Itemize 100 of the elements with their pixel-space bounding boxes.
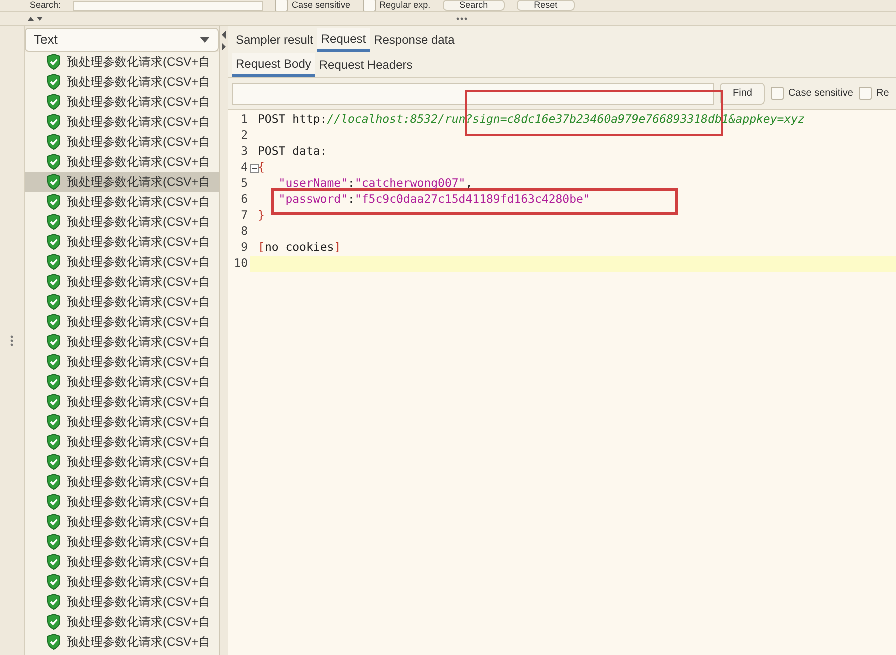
shield-check-icon: [47, 74, 61, 90]
result-tree-item[interactable]: 预处理参数化请求(CSV+自: [25, 92, 219, 112]
shield-check-icon: [47, 574, 61, 590]
result-tree-item[interactable]: 预处理参数化请求(CSV+自: [25, 412, 219, 432]
shield-check-icon: [47, 94, 61, 110]
shield-check-icon: [47, 334, 61, 350]
result-tree-item[interactable]: 预处理参数化请求(CSV+自: [25, 132, 219, 152]
shield-check-icon: [47, 114, 61, 130]
result-tree-item[interactable]: 预处理参数化请求(CSV+自: [25, 72, 219, 92]
shield-check-icon: [47, 514, 61, 530]
caret-icon: [200, 37, 210, 43]
tab[interactable]: Response data: [370, 28, 459, 52]
line-number: 4: [241, 159, 248, 176]
line-number: 6: [241, 191, 248, 208]
checkbox-label: Regular exp.: [380, 1, 431, 10]
shield-check-icon: [47, 194, 61, 210]
result-tree-item[interactable]: 预处理参数化请求(CSV+自: [25, 572, 219, 592]
shield-check-icon: [47, 594, 61, 610]
checkbox[interactable]: [275, 0, 288, 11]
result-tree-item[interactable]: 预处理参数化请求(CSV+自: [25, 212, 219, 232]
split-arrows-icon[interactable]: [28, 16, 44, 22]
shield-check-icon: [47, 254, 61, 270]
result-tree-item[interactable]: 预处理参数化请求(CSV+自: [25, 52, 219, 72]
shield-check-icon: [47, 154, 61, 170]
result-tree-item[interactable]: 预处理参数化请求(CSV+自: [25, 372, 219, 392]
tab[interactable]: Sampler result: [232, 28, 318, 52]
code-line: "userName":"catcherwong007",: [278, 176, 473, 190]
line-number: 1: [241, 111, 248, 128]
checkbox[interactable]: [362, 0, 376, 11]
shield-check-icon: [47, 494, 61, 510]
result-tree-item[interactable]: 预处理参数化请求(CSV+自: [25, 632, 219, 652]
shield-check-icon: [47, 274, 61, 290]
toolbar-button[interactable]: Reset: [517, 0, 575, 11]
shield-check-icon: [47, 374, 61, 390]
result-tree-item[interactable]: 预处理参数化请求(CSV+自: [25, 332, 219, 352]
code-line: }: [258, 208, 265, 222]
shield-check-icon: [47, 614, 61, 630]
shield-check-icon: [47, 634, 61, 650]
result-tree-item[interactable]: 预处理参数化请求(CSV+自: [25, 252, 219, 272]
result-tree-item[interactable]: 预处理参数化请求(CSV+自: [25, 392, 219, 412]
checkbox[interactable]: [859, 87, 872, 100]
search-field[interactable]: [73, 0, 264, 10]
shield-check-icon: [47, 234, 61, 250]
toolbar-button[interactable]: Search: [442, 0, 506, 11]
code-line: [no cookies]: [258, 240, 342, 254]
result-tree-item[interactable]: 预处理参数化请求(CSV+自: [25, 492, 219, 512]
result-tree-item[interactable]: 预处理参数化请求(CSV+自: [25, 292, 219, 312]
result-tree-item[interactable]: 预处理参数化请求(CSV+自: [25, 152, 219, 172]
result-tree-item[interactable]: 预处理参数化请求(CSV+自: [25, 452, 219, 472]
shield-check-icon: [47, 294, 61, 310]
code-line: "password":"f5c9c0daa27c15d41189fd163c4280be": [278, 192, 590, 206]
result-tree-item[interactable]: 预处理参数化请求(CSV+自: [25, 532, 219, 552]
find-button[interactable]: Find: [720, 82, 766, 104]
result-tree-item[interactable]: 预处理参数化请求(CSV+自: [25, 592, 219, 612]
renderer-dropdown[interactable]: Text: [25, 28, 219, 52]
line-number: 7: [241, 207, 248, 224]
result-tree-item[interactable]: 预处理参数化请求(CSV+自: [25, 612, 219, 632]
shield-check-icon: [47, 134, 61, 150]
code-line: {: [258, 160, 265, 174]
line-number: 10: [234, 255, 248, 272]
line-number: 2: [241, 127, 248, 144]
shield-check-icon: [47, 54, 61, 70]
tab[interactable]: Request Headers: [315, 53, 417, 77]
checkbox[interactable]: [771, 87, 784, 100]
shield-check-icon: [47, 474, 61, 490]
drag-handle-icon[interactable]: [456, 16, 468, 20]
result-tree-item[interactable]: 预处理参数化请求(CSV+自: [25, 352, 219, 372]
line-number: 3: [241, 143, 248, 160]
line-number: 8: [241, 223, 248, 240]
checkbox-label: Case sensitive: [788, 87, 854, 101]
find-field[interactable]: [232, 82, 714, 104]
result-tree-item[interactable]: 预处理参数化请求(CSV+自: [25, 192, 219, 212]
shield-check-icon: [47, 214, 61, 230]
shield-check-icon: [47, 314, 61, 330]
checkbox-label: Re: [876, 87, 890, 101]
drag-handle-icon[interactable]: [10, 334, 14, 346]
shield-check-icon: [47, 434, 61, 450]
result-tree-item[interactable]: 预处理参数化请求(CSV+自: [25, 112, 219, 132]
shield-check-icon: [47, 174, 61, 190]
result-tree-item[interactable]: 预处理参数化请求(CSV+自: [25, 312, 219, 332]
tab[interactable]: Request: [317, 28, 370, 52]
result-tree-item[interactable]: 预处理参数化请求(CSV+自: [25, 272, 219, 292]
search-label: Search:: [30, 1, 62, 10]
shield-check-icon: [47, 534, 61, 550]
line-number: 5: [241, 175, 248, 192]
code-line: POST data:: [258, 144, 328, 158]
line-number: 9: [241, 239, 248, 256]
result-tree-item[interactable]: 预处理参数化请求(CSV+自: [25, 172, 219, 192]
shield-check-icon: [47, 554, 61, 570]
shield-check-icon: [47, 454, 61, 470]
checkbox-label: Case sensitive: [292, 1, 351, 10]
tab[interactable]: Request Body: [232, 53, 316, 77]
shield-check-icon: [47, 354, 61, 370]
result-tree-item[interactable]: 预处理参数化请求(CSV+自: [25, 512, 219, 532]
result-tree-item[interactable]: 预处理参数化请求(CSV+自: [25, 232, 219, 252]
collapse-arrows-icon[interactable]: [221, 30, 227, 52]
result-tree-item[interactable]: 预处理参数化请求(CSV+自: [25, 472, 219, 492]
result-tree-item[interactable]: 预处理参数化请求(CSV+自: [25, 552, 219, 572]
result-tree-item[interactable]: 预处理参数化请求(CSV+自: [25, 432, 219, 452]
fold-toggle-icon[interactable]: [250, 164, 259, 172]
